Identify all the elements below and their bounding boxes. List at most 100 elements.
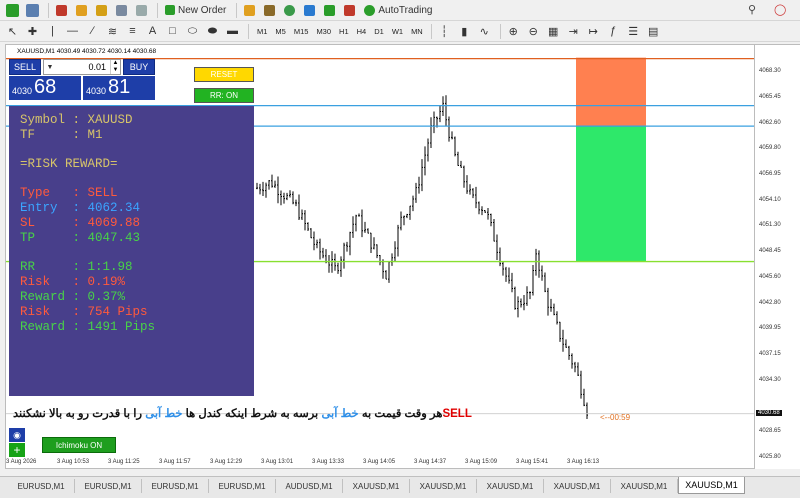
text-icon[interactable]: A (144, 23, 161, 40)
line-chart-icon[interactable]: ∿ (476, 23, 493, 40)
eye-icon[interactable]: ◉ (9, 428, 25, 442)
horizontal-line-icon[interactable]: — (64, 23, 81, 40)
timeframe-h4[interactable]: H4 (357, 27, 367, 36)
auto-scroll-icon[interactable]: ⇥ (565, 23, 582, 40)
terminal-window: New Order AutoTrading ⚲ ◯ ↖ ✚ | — ∕ ≋ ≡ … (0, 0, 800, 498)
metaeditor-icon[interactable] (241, 2, 258, 19)
chart-tab[interactable]: XAUUSD,M1 (477, 479, 544, 493)
candlestick-icon[interactable]: ▮ (456, 23, 473, 40)
navigator-icon[interactable] (93, 2, 110, 19)
chart-tab[interactable]: XAUUSD,M1 (343, 479, 410, 493)
terminal-icon[interactable] (113, 2, 130, 19)
timeframe-d1[interactable]: D1 (374, 27, 384, 36)
chart-tab[interactable]: EURUSD,M1 (209, 479, 276, 493)
channel-icon[interactable]: ≋ (104, 23, 121, 40)
tile-windows-icon[interactable]: ▦ (545, 23, 562, 40)
signals-icon[interactable] (281, 2, 298, 19)
sell-button[interactable]: SELL (9, 59, 41, 75)
autotrading-button[interactable]: AutoTrading (361, 2, 435, 19)
time-label: 3 Aug 14:05 (363, 459, 396, 465)
timeframe-m5[interactable]: M5 (275, 27, 285, 36)
autotrading-label: AutoTrading (378, 4, 433, 16)
fibonacci-icon[interactable]: ≡ (124, 23, 141, 40)
bar-chart-icon[interactable]: ┆ (436, 23, 453, 40)
chart-shift-icon[interactable]: ↦ (585, 23, 602, 40)
price-label: 4042.80 (759, 299, 781, 306)
timeframe-m15[interactable]: M15 (294, 27, 309, 36)
templates-icon[interactable]: ▤ (645, 23, 662, 40)
lot-spinner-icon[interactable]: ▲ ▼ (110, 60, 120, 74)
vertical-line-icon[interactable]: | (44, 23, 61, 40)
profiles-icon[interactable] (24, 2, 41, 19)
reward-percent-line: Reward : 0.37% (20, 290, 126, 304)
new-chart-icon[interactable] (4, 2, 21, 19)
data-window-icon[interactable] (73, 2, 90, 19)
timeframe-m30[interactable]: M30 (316, 27, 331, 36)
price-label: 4039.95 (759, 325, 781, 332)
timeframe-m1[interactable]: M1 (257, 27, 267, 36)
shapes-icon[interactable]: ⬭ (184, 23, 201, 40)
vps-icon[interactable] (321, 2, 338, 19)
toolbar-separator (499, 23, 501, 39)
notification-icon[interactable]: ◯ (774, 3, 786, 16)
market-icon[interactable] (301, 2, 318, 19)
timeframe-h1[interactable]: H1 (339, 27, 349, 36)
price-label: 4065.45 (759, 93, 781, 100)
ichimoku-toggle-button[interactable]: Ichimoku ON (42, 437, 116, 453)
chart-tab[interactable]: EURUSD,M1 (75, 479, 142, 493)
chart-tab[interactable]: EURUSD,M1 (8, 479, 75, 493)
chart-tab[interactable]: XAUUSD,M1 (678, 477, 745, 494)
timeframe-line: TF : M1 (20, 128, 103, 142)
price-axis: 4068.30 4065.45 4062.60 4059.80 4056.95 4054.… (755, 44, 800, 469)
lot-size-input[interactable]: ▼ 0.01 ▲ ▼ (43, 59, 121, 75)
price-label: 4025.80 (759, 454, 781, 460)
new-order-button[interactable]: New Order (162, 2, 229, 19)
price-label: 4054.10 (759, 196, 781, 203)
zoom-out-icon[interactable]: ⊖ (525, 23, 542, 40)
chart-tab[interactable]: XAUUSD,M1 (544, 479, 611, 493)
bid-quote[interactable]: 4030 68 (9, 76, 81, 100)
chart-tab[interactable]: XAUUSD,M1 (410, 479, 477, 493)
stop-loss-line: SL : 4069.88 (20, 216, 141, 230)
one-click-trading-panel: SELL ▼ 0.01 ▲ ▼ BUY 4030 68 4030 81 (9, 59, 155, 101)
time-label: 3 Aug 13:01 (261, 459, 294, 465)
reset-button[interactable]: RESET (194, 67, 254, 82)
note-blue-line-2: خط آبی (145, 408, 183, 420)
price-label: 4045.60 (759, 274, 781, 281)
ellipse-icon[interactable]: ⬬ (204, 23, 221, 40)
note-sell-word: SELL (442, 408, 472, 420)
time-label: 3 Aug 11:25 (108, 459, 140, 465)
rectangle-icon[interactable]: ▬ (224, 23, 241, 40)
label-icon[interactable]: □ (164, 23, 181, 40)
buy-button[interactable]: BUY (123, 59, 155, 75)
chart-navigation-icon[interactable] (261, 2, 278, 19)
chart-tab[interactable]: EURUSD,M1 (142, 479, 209, 493)
current-price-label: 4030.68 (756, 409, 782, 416)
experts-icon[interactable] (341, 2, 358, 19)
candle-timer: <--00:59 (600, 413, 631, 422)
timeframe-mn[interactable]: MN (411, 27, 423, 36)
chart-tab[interactable]: AUDUSD,M1 (276, 479, 343, 493)
cursor-icon[interactable]: ↖ (4, 23, 21, 40)
indicators-icon[interactable]: ƒ (605, 23, 622, 40)
rr-ratio-line: RR : 1:1.98 (20, 260, 133, 274)
timeframe-w1[interactable]: W1 (392, 27, 403, 36)
zoom-in-icon[interactable]: ⊕ (505, 23, 522, 40)
trendline-icon[interactable]: ∕ (84, 23, 101, 40)
chart-tab[interactable]: XAUUSD,M1 (611, 479, 678, 493)
time-axis: 3 Aug 2026 3 Aug 10:53 3 Aug 11:25 3 Aug 11… (5, 458, 755, 469)
crosshair-icon[interactable]: ✚ (24, 23, 41, 40)
stop-loss-zone (576, 57, 646, 127)
strategy-tester-icon[interactable] (133, 2, 150, 19)
risk-reward-panel: Symbol : XAUUSD TF : M1 =RISK REWARD= Ty… (9, 106, 254, 396)
market-watch-icon[interactable] (53, 2, 70, 19)
take-profit-line: TP : 4047.43 (20, 231, 141, 245)
crosshair-plus-icon[interactable]: + (9, 443, 25, 457)
rr-toggle-button[interactable]: RR: ON (194, 88, 254, 103)
period-separator-icon[interactable]: ☰ (625, 23, 642, 40)
chevron-down-icon[interactable]: ▼ (44, 64, 56, 71)
ask-quote[interactable]: 4030 81 (83, 76, 155, 100)
risk-pips-line: Risk : 754 Pips (20, 305, 148, 319)
risk-reward-header: =RISK REWARD= (20, 157, 118, 171)
search-icon[interactable]: ⚲ (748, 3, 756, 16)
